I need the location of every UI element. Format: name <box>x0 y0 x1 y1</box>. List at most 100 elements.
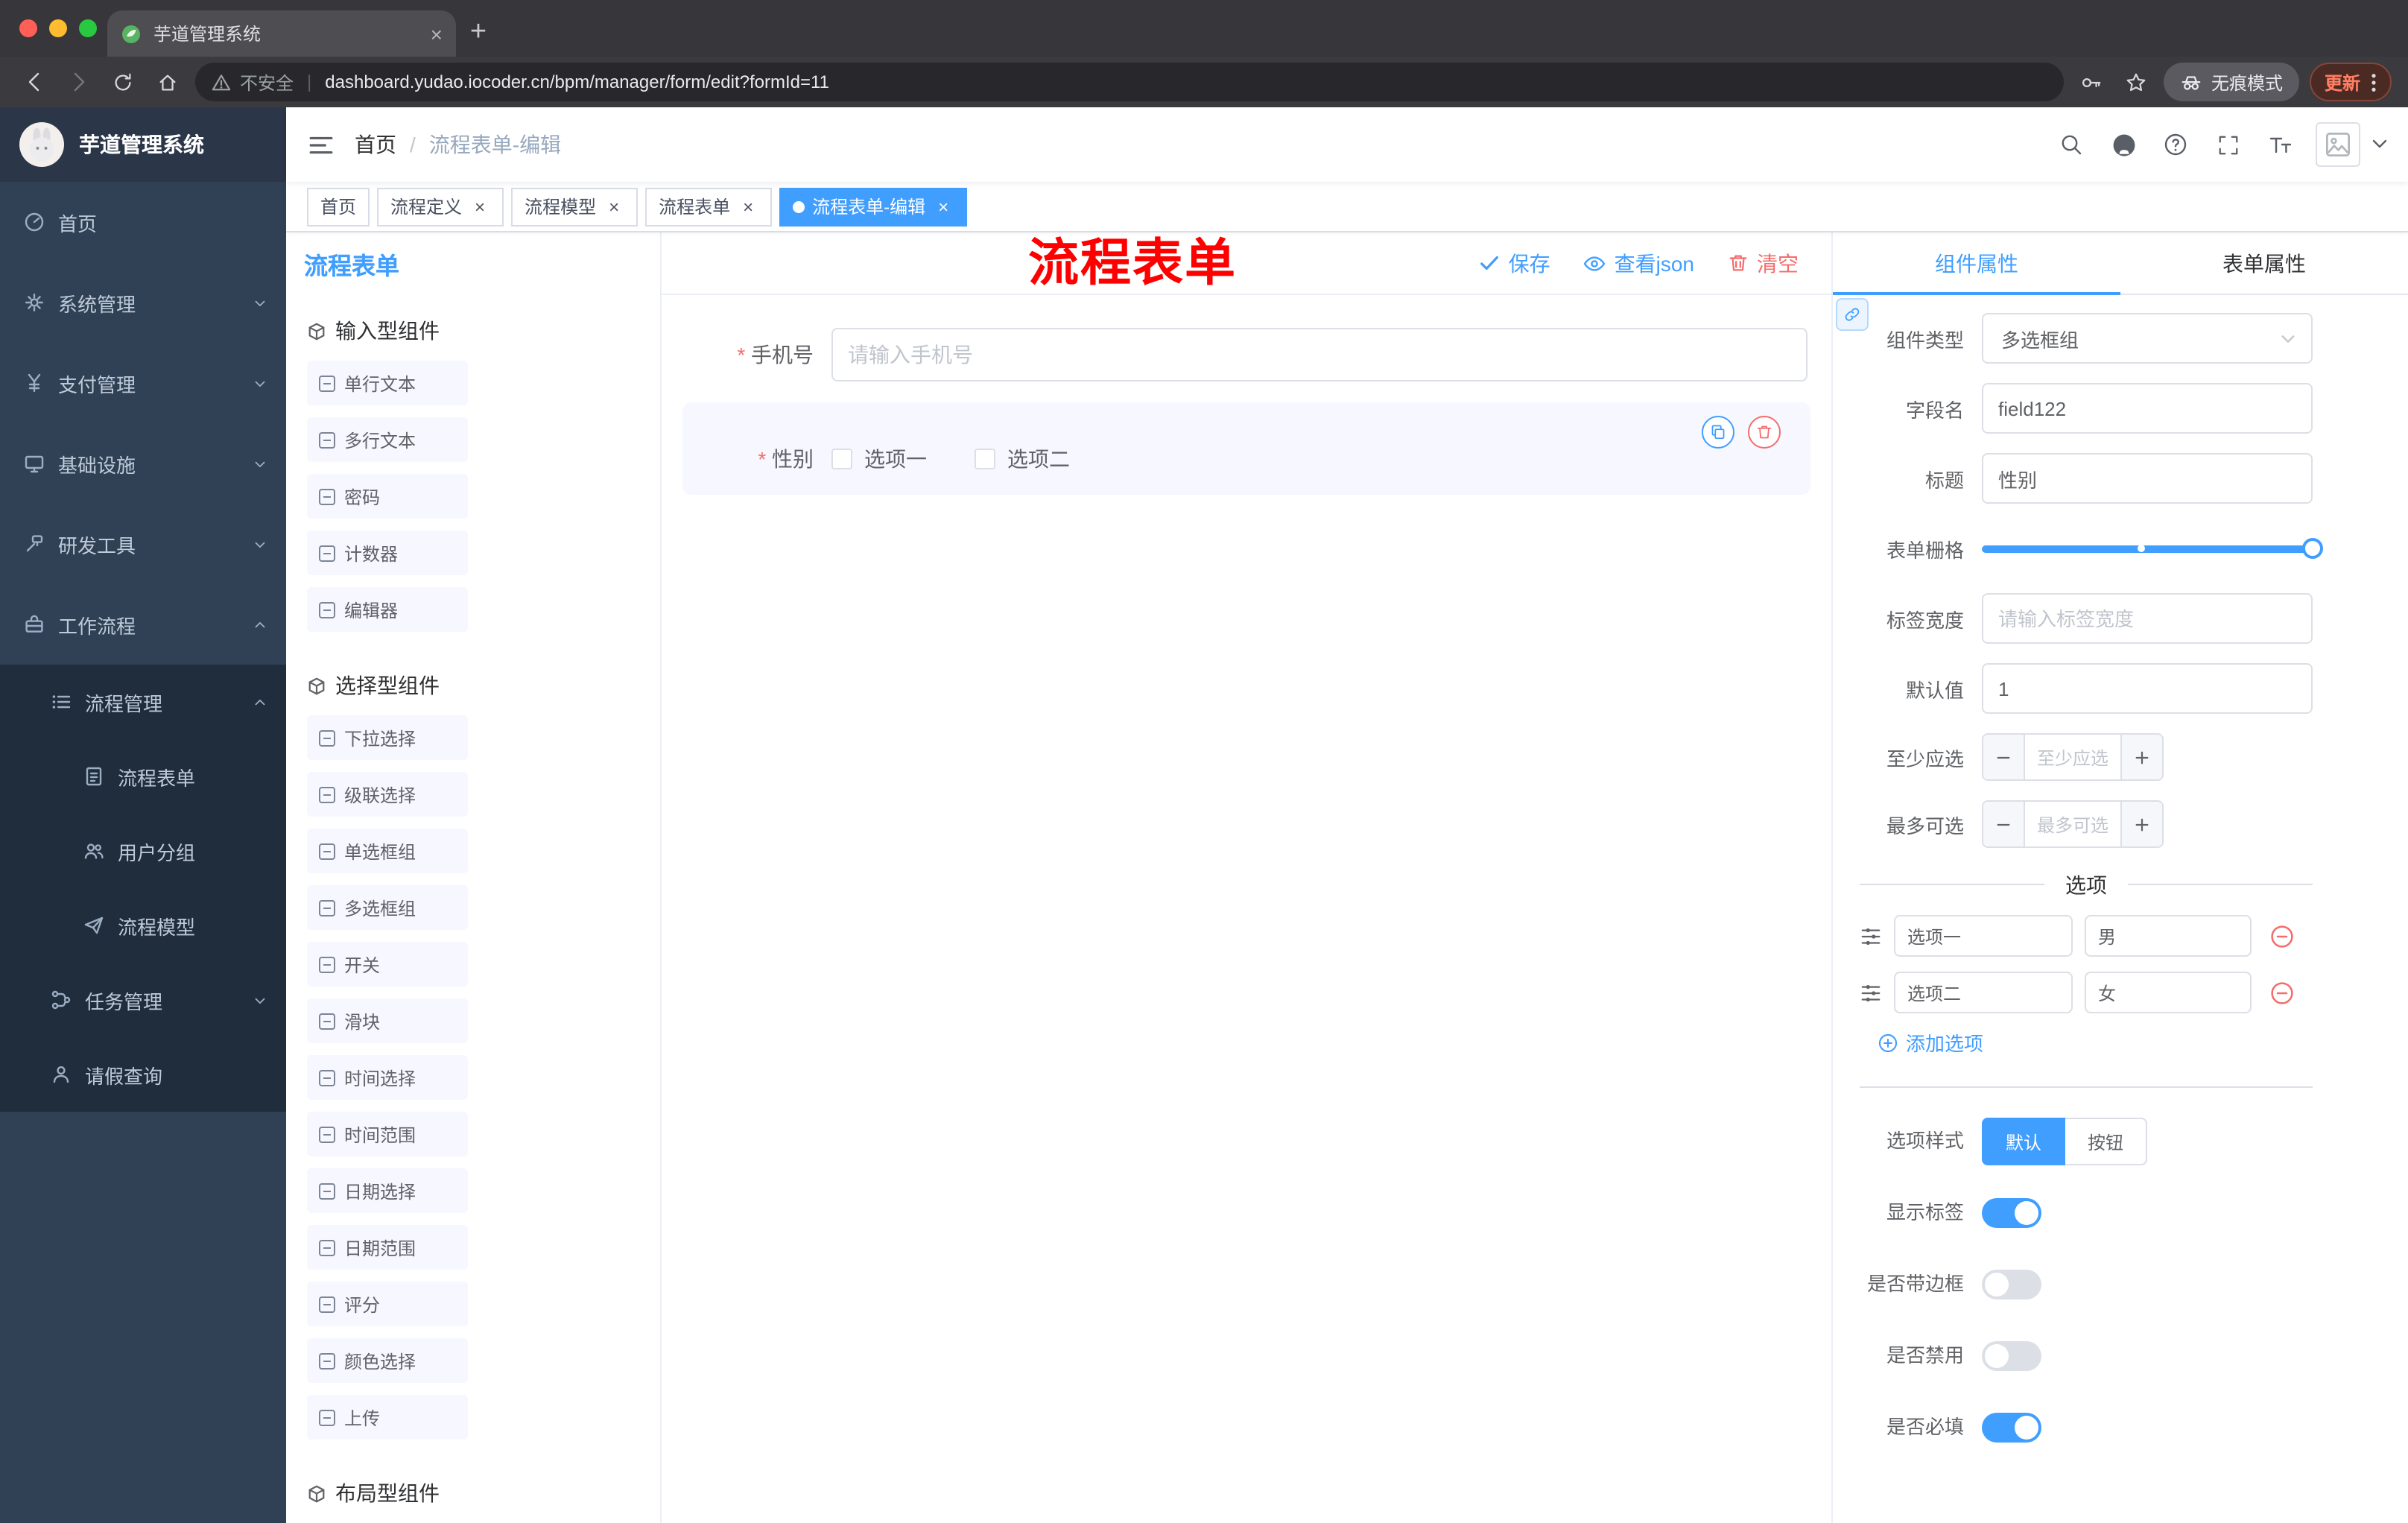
remove-option-button[interactable] <box>2269 923 2295 949</box>
address-bar[interactable]: 不安全 | dashboard.yudao.iocoder.cn/bpm/man… <box>195 63 2064 101</box>
option-name-input[interactable] <box>1894 915 2073 957</box>
required-switch[interactable] <box>1982 1413 2041 1443</box>
canvas[interactable]: 手机号 性别 <box>662 295 1831 1523</box>
home-button[interactable] <box>150 65 185 99</box>
remove-option-button[interactable] <box>2269 980 2295 1005</box>
help-icon[interactable] <box>2153 122 2198 167</box>
tag-process-form[interactable]: 流程表单 × <box>645 187 773 226</box>
view-json-button[interactable]: 查看json <box>1583 248 1694 278</box>
back-button[interactable] <box>16 65 51 99</box>
component-select[interactable]: 下拉选择 <box>307 715 468 760</box>
show-label-switch[interactable] <box>1982 1198 2041 1228</box>
component-checkbox-group[interactable]: 多选框组 <box>307 885 468 930</box>
component-time-range[interactable]: 时间范围 <box>307 1112 468 1156</box>
drag-handle-icon[interactable] <box>1860 981 1882 1004</box>
canvas-field-phone[interactable]: 手机号 <box>682 313 1810 396</box>
phone-input[interactable] <box>831 328 1807 381</box>
forward-button[interactable] <box>61 65 95 99</box>
component-editor[interactable]: 编辑器 <box>307 587 468 632</box>
component-counter[interactable]: 计数器 <box>307 531 468 575</box>
font-size-icon[interactable] <box>2258 122 2302 167</box>
drag-handle-icon[interactable] <box>1860 925 1882 947</box>
delete-component-button[interactable] <box>1748 416 1781 449</box>
sidebar-item-dev-tools[interactable]: 研发工具 <box>0 504 286 584</box>
minimize-window-button[interactable] <box>49 19 67 37</box>
label-width-input[interactable] <box>1982 593 2313 644</box>
tag-home[interactable]: 首页 <box>307 187 370 226</box>
component-password[interactable]: 密码 <box>307 474 468 519</box>
sidebar-item-system-management[interactable]: 系统管理 <box>0 262 286 343</box>
sidebar-item-process-management[interactable]: 流程管理 <box>0 665 286 739</box>
github-icon[interactable] <box>2101 122 2146 167</box>
option-value-input[interactable] <box>2085 915 2252 957</box>
component-radio-group[interactable]: 单选框组 <box>307 829 468 873</box>
form-grid-slider[interactable] <box>1982 523 2323 574</box>
new-tab-button[interactable]: + <box>456 10 501 55</box>
sidebar-item-infrastructure[interactable]: 基础设施 <box>0 423 286 504</box>
option-name-input[interactable] <box>1894 972 2073 1013</box>
save-button[interactable]: 保存 <box>1479 248 1550 278</box>
slider-handle[interactable] <box>2302 538 2323 559</box>
sidebar-item-process-form[interactable]: 流程表单 <box>0 739 286 814</box>
clear-button[interactable]: 清空 <box>1727 248 1799 278</box>
component-time-picker[interactable]: 时间选择 <box>307 1055 468 1100</box>
search-icon[interactable] <box>2049 122 2094 167</box>
option-value-input[interactable] <box>2085 972 2252 1013</box>
tag-process-definition[interactable]: 流程定义 × <box>377 187 504 226</box>
component-multi-line-text[interactable]: 多行文本 <box>307 417 468 462</box>
tab-component-props[interactable]: 组件属性 <box>1833 232 2120 295</box>
close-icon[interactable]: × <box>738 196 758 217</box>
component-rate[interactable]: 评分 <box>307 1282 468 1326</box>
duplicate-component-button[interactable] <box>1702 416 1734 449</box>
checkbox-option-2[interactable]: 选项二 <box>975 444 1070 474</box>
sidebar-logo[interactable]: 芋道管理系统 <box>0 107 286 182</box>
sidebar-item-task-management[interactable]: 任务管理 <box>0 963 286 1037</box>
sidebar-item-home[interactable]: 首页 <box>0 182 286 262</box>
canvas-field-gender-selected[interactable]: 性别 选项一 选项二 <box>682 402 1810 495</box>
hamburger-button[interactable] <box>286 107 355 182</box>
zoom-window-button[interactable] <box>79 19 97 37</box>
title-input[interactable] <box>1982 453 2313 504</box>
option-style-button-button[interactable]: 按钮 <box>2065 1118 2148 1165</box>
min-select-value[interactable]: 至少应选 <box>2025 735 2120 779</box>
option-style-default-button[interactable]: 默认 <box>1982 1118 2066 1165</box>
component-color-picker[interactable]: 颜色选择 <box>307 1338 468 1383</box>
decrease-button[interactable] <box>1983 735 2025 779</box>
fullscreen-icon[interactable] <box>2205 122 2250 167</box>
link-badge[interactable] <box>1836 298 1869 331</box>
browser-tab[interactable]: 芋道管理系统 × <box>107 10 456 57</box>
component-date-picker[interactable]: 日期选择 <box>307 1168 468 1213</box>
tag-process-model[interactable]: 流程模型 × <box>511 187 639 226</box>
sidebar-item-payment-management[interactable]: 支付管理 <box>0 343 286 423</box>
breadcrumb-home[interactable]: 首页 <box>355 130 396 159</box>
component-upload[interactable]: 上传 <box>307 1395 468 1440</box>
close-icon[interactable]: × <box>469 196 490 217</box>
decrease-button[interactable] <box>1983 802 2025 846</box>
component-date-range[interactable]: 日期范围 <box>307 1225 468 1270</box>
field-name-input[interactable] <box>1982 383 2313 434</box>
close-window-button[interactable] <box>19 19 37 37</box>
component-slider[interactable]: 滑块 <box>307 998 468 1043</box>
close-icon[interactable]: × <box>603 196 624 217</box>
component-type-select[interactable]: 多选框组 <box>1982 313 2313 364</box>
add-option-button[interactable]: 添加选项 <box>1878 1028 2313 1057</box>
checkbox-option-1[interactable]: 选项一 <box>831 444 927 474</box>
close-icon[interactable]: × <box>933 196 954 217</box>
reload-button[interactable] <box>106 65 140 99</box>
tab-form-props[interactable]: 表单属性 <box>2120 232 2408 294</box>
border-switch[interactable] <box>1982 1270 2041 1299</box>
default-value-input[interactable] <box>1982 663 2313 714</box>
component-cascader[interactable]: 级联选择 <box>307 772 468 817</box>
sidebar-item-user-group[interactable]: 用户分组 <box>0 814 286 888</box>
bookmark-star-icon[interactable] <box>2119 65 2153 99</box>
tag-process-form-edit[interactable]: 流程表单-编辑 × <box>779 187 968 226</box>
password-key-icon[interactable] <box>2074 65 2108 99</box>
increase-button[interactable] <box>2120 735 2162 779</box>
sidebar-item-leave-query[interactable]: 请假查询 <box>0 1037 286 1112</box>
max-select-value[interactable]: 最多可选 <box>2025 802 2120 846</box>
sidebar-item-workflow[interactable]: 工作流程 <box>0 584 286 665</box>
caret-down-icon[interactable] <box>2372 139 2387 151</box>
sidebar-item-process-model[interactable]: 流程模型 <box>0 888 286 963</box>
component-switch[interactable]: 开关 <box>307 942 468 987</box>
component-single-line-text[interactable]: 单行文本 <box>307 361 468 405</box>
